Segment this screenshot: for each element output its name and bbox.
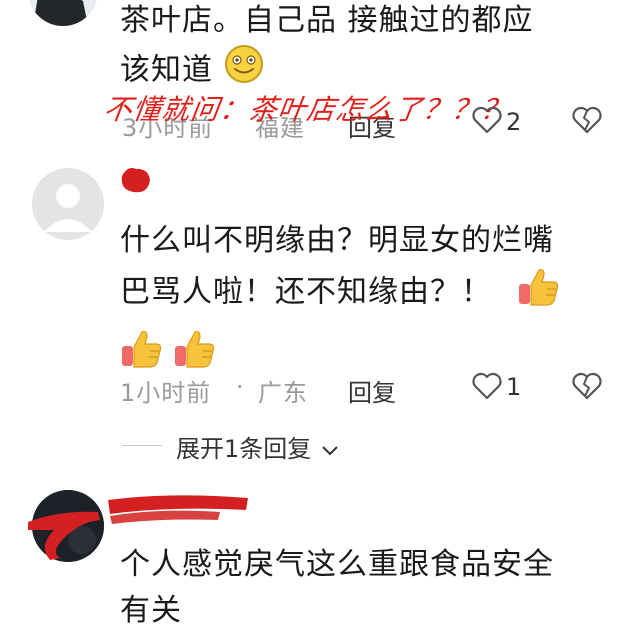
avatar-commenter-2[interactable] [32, 168, 104, 240]
thumbs-up-emoji-icon [517, 264, 561, 322]
comment-2-reply-button[interactable]: 回复 [348, 373, 396, 408]
expand-replies-divider [122, 445, 162, 446]
like-heart-icon[interactable] [472, 106, 502, 134]
avatar-commenter-1[interactable] [28, 0, 98, 26]
comment-2-line-1: 什么叫不明缘由？明显女的烂嘴 [120, 223, 554, 258]
comment-2-emoji-row [120, 322, 620, 378]
annotation-text: 不懂就问：茶叶店怎么了？？？ [101, 93, 513, 126]
comment-2-username: F [132, 166, 143, 187]
comment-1-like-count: 2 [506, 108, 523, 136]
comment-3-line-1: 个人感觉戾气这么重跟食品安全 [120, 547, 554, 582]
comment-1-line-1: 茶叶店。自己品 接触过的都应 [120, 3, 534, 38]
comment-2-like-count: 1 [506, 373, 523, 401]
like-heart-icon[interactable] [472, 372, 502, 400]
comment-2-text: 什么叫不明缘由？明显女的烂嘴 巴骂人啦！还不知缘由？！ [120, 218, 620, 378]
comment-2-separator: · [236, 373, 245, 401]
expand-replies-label: 展开1条回复 [176, 435, 312, 463]
dislike-broken-heart-icon[interactable] [572, 106, 602, 134]
comment-2-username-redacted: F [118, 164, 158, 200]
chevron-down-icon [321, 436, 339, 464]
comment-2-time: 1小时前 [120, 379, 212, 407]
comment-3-text: 个人感觉戾气这么重跟食品安全 有关 [120, 542, 620, 634]
comment-1-text: 茶叶店。自己品 接触过的都应 该知道 [120, 0, 620, 98]
expand-replies-button[interactable]: 展开1条回复 [176, 429, 339, 464]
comment-2-line-2: 巴骂人啦！还不知缘由？！ [120, 264, 620, 322]
comment-2-location: 广东 [258, 379, 308, 407]
dislike-broken-heart-icon[interactable] [572, 372, 602, 400]
comment-3-line-2: 有关 [120, 593, 182, 628]
